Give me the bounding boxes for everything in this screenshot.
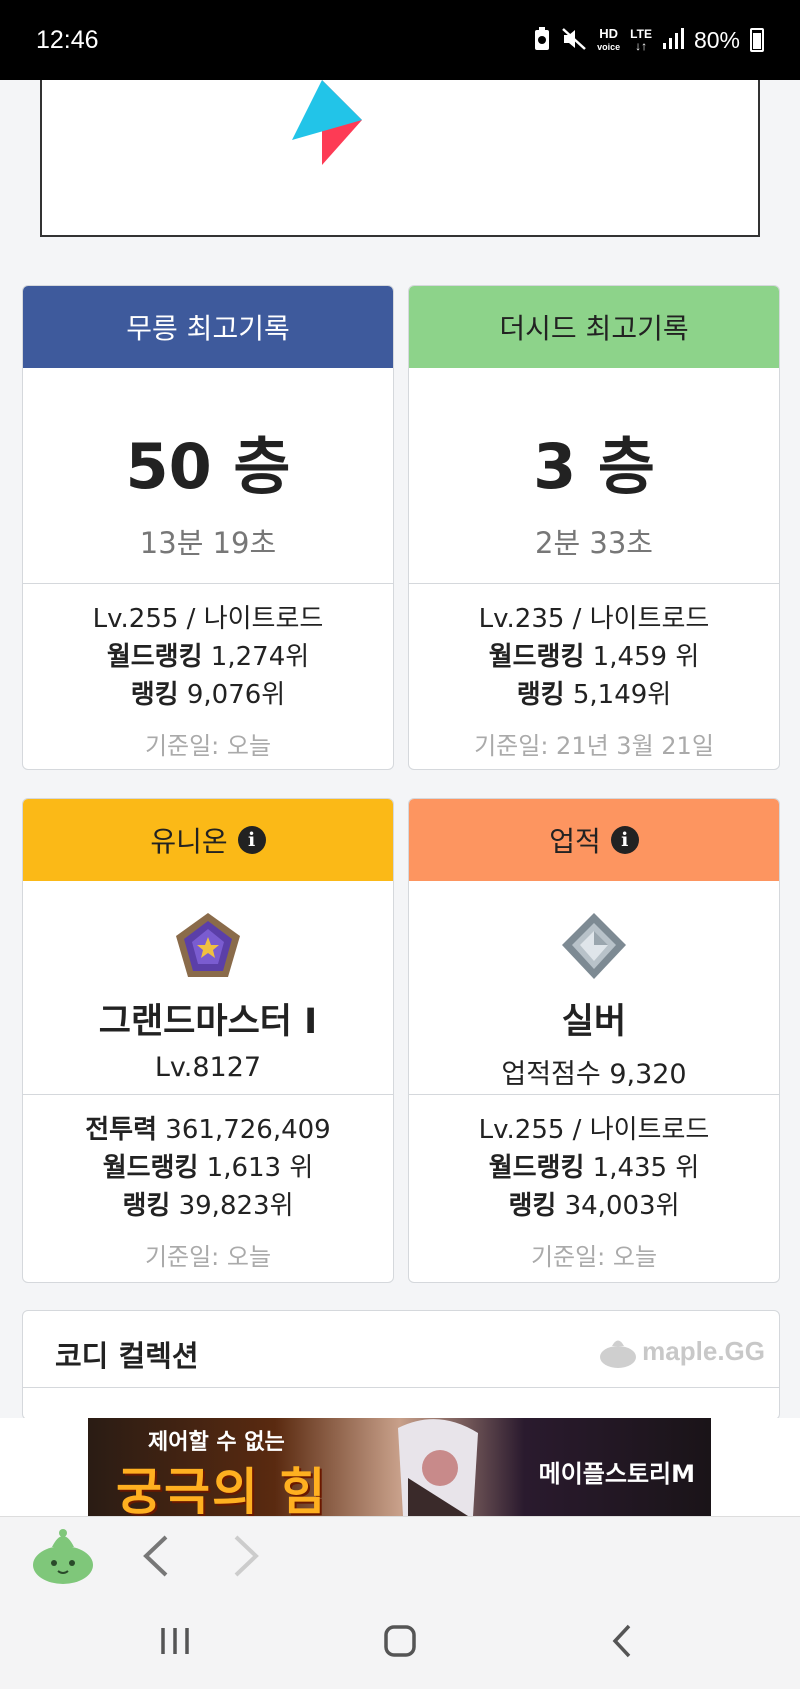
world-rank-value: 1,613 위 — [206, 1153, 314, 1183]
world-rank-value: 1,435 위 — [592, 1153, 700, 1183]
codi-collection-title: 코디 컬렉션 — [55, 1339, 199, 1373]
achievement-grade: 실버 — [561, 1002, 627, 1042]
grandmaster-badge-icon — [176, 913, 240, 977]
play-store-logo-icon — [292, 80, 362, 165]
world-rank-label: 월드랭킹 — [488, 1153, 585, 1183]
back-arrow-icon[interactable] — [136, 1531, 176, 1581]
union-rank: 랭킹 39,823위 — [23, 1187, 393, 1225]
union-card: 유니온 i 그랜드마스터 I Lv.8127 전투력 361,726,409 월… — [22, 798, 394, 1283]
banner-line2: 궁극의 힘 — [116, 1463, 328, 1516]
mureung-floor: 50 층 — [125, 430, 291, 503]
theseed-title: 더시드 최고기록 — [499, 312, 689, 345]
rank-value: 34,003위 — [564, 1191, 680, 1221]
banner-ad-area: 제어할 수 없는 궁극의 힘 메이플스토리M — [0, 1418, 800, 1516]
lte-icon: LTE ↓↑ — [630, 27, 652, 53]
union-title: 유니온 — [150, 825, 228, 858]
mureung-details: Lv.255 / 나이트로드 월드랭킹 1,274위 랭킹 9,076위 기준일… — [23, 584, 393, 761]
mureung-time: 13분 19초 — [139, 526, 277, 560]
achievement-world-rank: 월드랭킹 1,435 위 — [409, 1149, 779, 1187]
mureung-world-rank: 월드랭킹 1,274위 — [23, 638, 393, 676]
power-label: 전투력 — [85, 1115, 158, 1145]
mureung-record: 50 층 13분 19초 — [23, 368, 393, 584]
banner-character-image — [398, 1419, 478, 1516]
recent-apps-icon[interactable] — [145, 1618, 205, 1664]
union-level: Lv.8127 — [154, 1052, 262, 1083]
theseed-floor: 3 층 — [533, 430, 655, 503]
system-back-icon[interactable] — [593, 1618, 653, 1664]
mureung-date: 기준일: 오늘 — [144, 732, 272, 760]
info-icon[interactable]: i — [610, 826, 639, 854]
theseed-rank: 랭킹 5,149위 — [409, 676, 779, 714]
rank-label: 랭킹 — [130, 680, 179, 710]
battery-percent: 80% — [693, 26, 740, 53]
union-details: 전투력 361,726,409 월드랭킹 1,613 위 랭킹 39,823위 … — [23, 1095, 393, 1272]
union-world-rank: 월드랭킹 1,613 위 — [23, 1149, 393, 1187]
union-grade: 그랜드마스터 I — [98, 1002, 318, 1042]
mureung-level-class: Lv.255 / 나이트로드 — [92, 604, 324, 634]
codi-divider — [23, 1387, 779, 1388]
theseed-details: Lv.235 / 나이트로드 월드랭킹 1,459 위 랭킹 5,149위 기준… — [409, 584, 779, 761]
rank-value: 39,823위 — [178, 1191, 294, 1221]
forward-arrow-icon[interactable] — [226, 1531, 266, 1581]
union-power: 전투력 361,726,409 — [23, 1111, 393, 1149]
codi-collection-card: 코디 컬렉션 maple.GG — [22, 1310, 780, 1420]
world-rank-label: 월드랭킹 — [106, 642, 203, 672]
achievement-header: 업적 i — [409, 799, 779, 881]
banner-brand: 메이플스토리M — [538, 1460, 695, 1488]
world-rank-value: 1,274위 — [210, 642, 310, 672]
status-time: 12:46 — [36, 25, 99, 54]
power-value: 361,726,409 — [165, 1115, 331, 1145]
info-icon[interactable]: i — [237, 826, 266, 854]
system-nav-bar — [0, 1594, 800, 1689]
achievement-title: 업적 — [549, 825, 601, 858]
union-header: 유니온 i — [23, 799, 393, 881]
status-icons: HD voice LTE ↓↑ 80% — [533, 25, 764, 54]
hd-voice-icon: HD voice — [597, 25, 621, 52]
ad-image-box[interactable] — [40, 80, 760, 237]
rank-label: 랭킹 — [516, 680, 565, 710]
home-icon[interactable] — [370, 1618, 430, 1664]
achievement-card: 업적 i 실버 업적점수 9,320 Lv.255 / 나이트로드 월드랭킹 1… — [408, 798, 780, 1283]
achievement-level-class: Lv.255 / 나이트로드 — [478, 1115, 710, 1145]
network-label: LTE — [630, 27, 652, 41]
rank-value: 9,076위 — [186, 680, 286, 710]
world-rank-value: 1,459 위 — [592, 642, 700, 672]
achievement-details: Lv.255 / 나이트로드 월드랭킹 1,435 위 랭킹 34,003위 기… — [409, 1095, 779, 1272]
maplegg-logo: maple.GG — [598, 1333, 765, 1369]
battery-icon — [750, 28, 764, 52]
browser-nav-bar — [0, 1516, 800, 1594]
maplegg-logo-text: maple.GG — [642, 1335, 765, 1366]
signal-icon — [662, 27, 684, 53]
world-rank-label: 월드랭킹 — [488, 642, 585, 672]
theseed-level-class: Lv.235 / 나이트로드 — [478, 604, 710, 634]
achievement-grade-box: 실버 업적점수 9,320 — [409, 881, 779, 1095]
achievement-rank: 랭킹 34,003위 — [409, 1187, 779, 1225]
union-grade-box: 그랜드마스터 I Lv.8127 — [23, 881, 393, 1095]
mureung-rank: 랭킹 9,076위 — [23, 676, 393, 714]
world-rank-label: 월드랭킹 — [102, 1153, 199, 1183]
recycle-battery-icon — [533, 26, 551, 54]
mureung-card: 무릉 최고기록 50 층 13분 19초 Lv.255 / 나이트로드 월드랭킹… — [22, 285, 394, 770]
rank-value: 5,149위 — [572, 680, 672, 710]
slime-mascot-icon[interactable] — [30, 1525, 96, 1585]
slime-logo-icon — [600, 1340, 637, 1368]
status-bar: 12:46 HD voice LTE ↓↑ 80% — [0, 0, 800, 80]
theseed-card: 더시드 최고기록 3 층 2분 33초 Lv.235 / 나이트로드 월드랭킹 … — [408, 285, 780, 770]
rank-label: 랭킹 — [508, 1191, 557, 1221]
theseed-world-rank: 월드랭킹 1,459 위 — [409, 638, 779, 676]
rank-label: 랭킹 — [122, 1191, 171, 1221]
theseed-date: 기준일: 21년 3월 21일 — [474, 732, 714, 760]
theseed-record: 3 층 2분 33초 — [409, 368, 779, 584]
mute-icon — [561, 27, 587, 54]
silver-badge-icon — [562, 913, 626, 979]
union-date: 기준일: 오늘 — [144, 1243, 272, 1271]
theseed-time: 2분 33초 — [535, 526, 653, 560]
theseed-header: 더시드 최고기록 — [409, 286, 779, 368]
mureung-title: 무릉 최고기록 — [126, 312, 290, 345]
mureung-header: 무릉 최고기록 — [23, 286, 393, 368]
banner-ad[interactable]: 제어할 수 없는 궁극의 힘 메이플스토리M — [88, 1418, 711, 1516]
achievement-score: 업적점수 9,320 — [501, 1059, 687, 1090]
achievement-date: 기준일: 오늘 — [530, 1243, 658, 1271]
